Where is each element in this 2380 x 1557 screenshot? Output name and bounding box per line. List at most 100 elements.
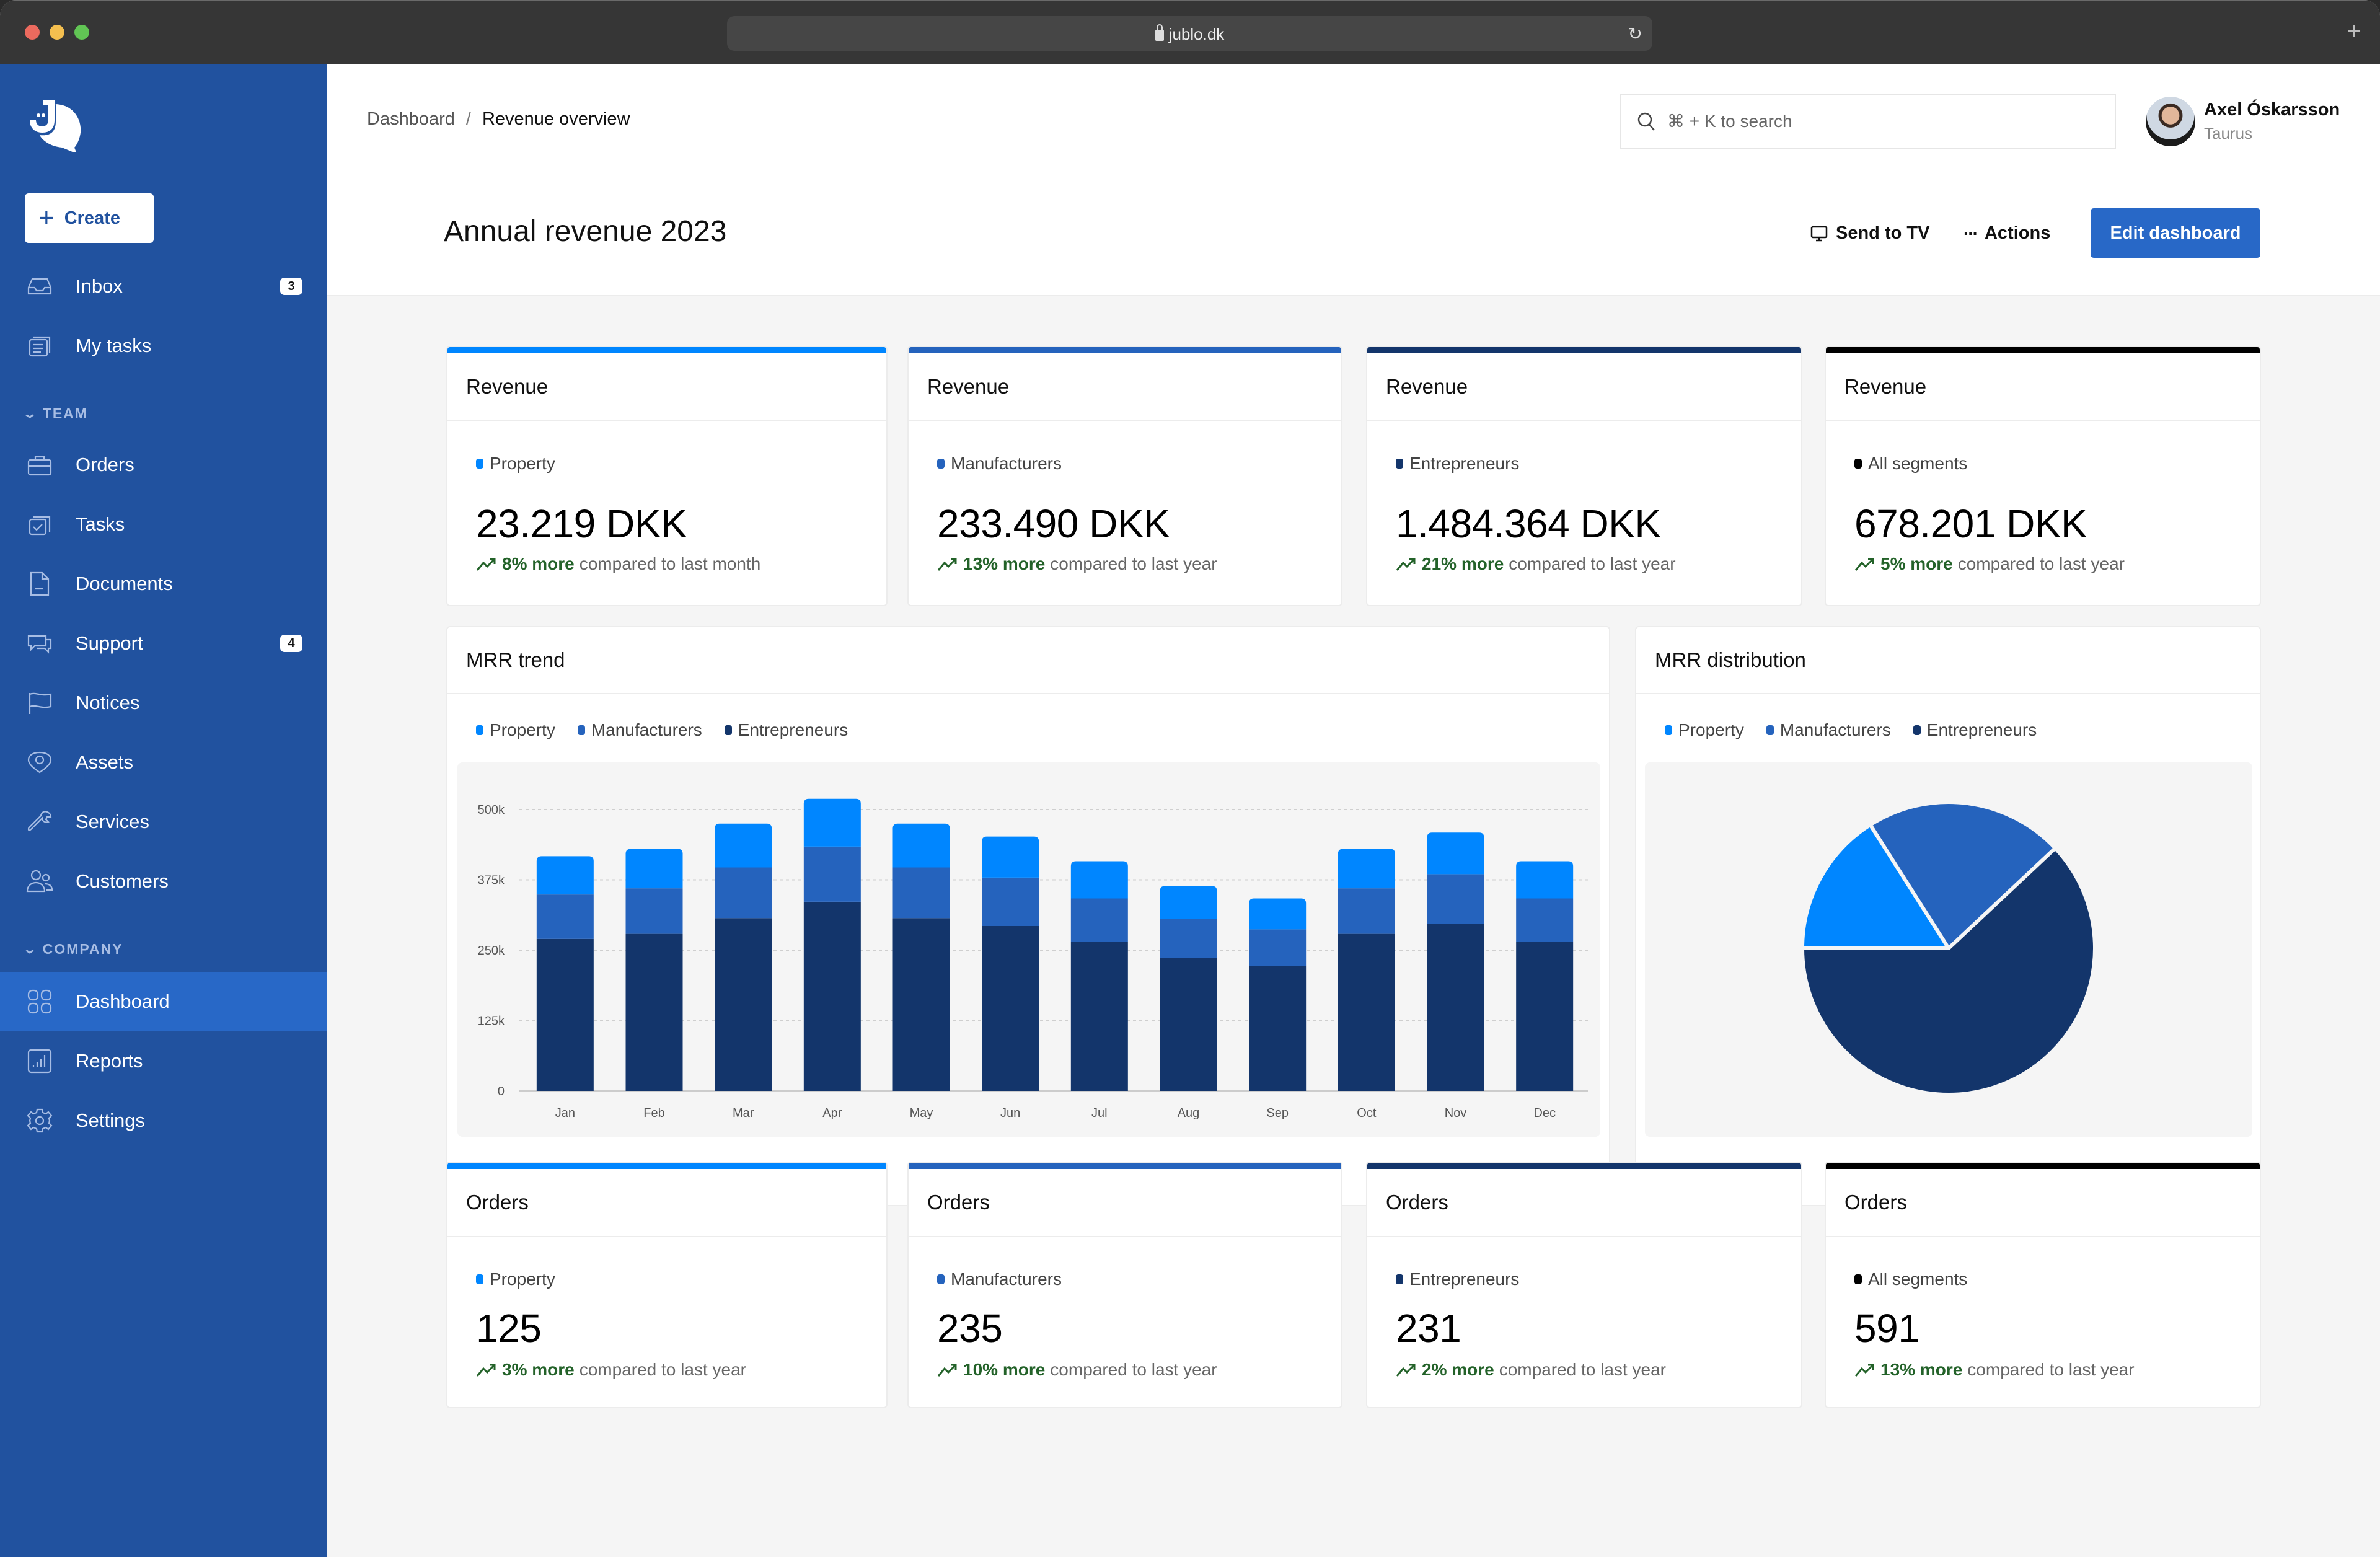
search-input[interactable] [1667,112,2101,131]
bar-group-dec[interactable] [1516,861,1574,1091]
bar-segment-property[interactable] [892,823,950,868]
bar-segment-entrepreneurs[interactable] [1427,924,1484,1091]
legend-item-property[interactable]: Property [476,720,555,740]
create-label: Create [64,208,120,228]
send-to-tv-button[interactable]: Send to TV [1810,223,1929,244]
bar-segment-manufacturers[interactable] [536,894,594,939]
plus-icon: + [38,203,55,233]
bar-segment-manufacturers[interactable] [1338,888,1395,934]
sidebar-item-notices[interactable]: Notices [0,673,327,733]
bar-segment-property[interactable] [1160,886,1217,920]
minimize-window-button[interactable] [50,25,64,40]
bar-segment-entrepreneurs[interactable] [982,925,1039,1091]
bar-group-jun[interactable] [982,836,1039,1091]
bar-segment-property[interactable] [1070,861,1128,899]
bar-group-mar[interactable] [715,823,772,1091]
bar-group-aug[interactable] [1160,886,1217,1091]
sidebar-item-orders[interactable]: Orders [0,435,327,495]
search-box[interactable] [1620,94,2116,149]
bar-segment-manufacturers[interactable] [715,867,772,919]
bar-segment-entrepreneurs[interactable] [625,933,683,1091]
card-segment: All segments [1854,454,1967,474]
close-window-button[interactable] [25,25,40,40]
bar-segment-entrepreneurs[interactable] [1516,942,1574,1091]
legend-item-entrepreneurs[interactable]: Entrepreneurs [724,720,848,740]
bar-segment-entrepreneurs[interactable] [1160,958,1217,1091]
bar-segment-property[interactable] [982,836,1039,878]
legend-item-manufacturers[interactable]: Manufacturers [1766,720,1891,740]
jublo-logo[interactable] [25,97,87,152]
bar-group-may[interactable] [892,823,950,1091]
sidebar-item-inbox[interactable]: Inbox 3 [0,257,327,316]
legend-item-manufacturers[interactable]: Manufacturers [577,720,702,740]
bar-segment-property[interactable] [803,798,861,847]
delta-description: compared to last year [1050,554,1217,573]
x-tick-label: Dec [1533,1106,1556,1120]
actions-button[interactable]: ··· Actions [1963,223,2050,244]
bar-group-sep[interactable] [1249,898,1307,1091]
team-section-toggle[interactable]: ⌄ TEAM [22,405,88,422]
sidebar-item-label: Dashboard [76,990,170,1012]
bar-segment-property[interactable] [1427,832,1484,875]
sidebar-item-documents[interactable]: Documents [0,554,327,614]
company-section-toggle[interactable]: ⌄ COMPANY [22,941,123,958]
sidebar-item-reports[interactable]: Reports [0,1031,327,1091]
bar-segment-property[interactable] [1516,861,1574,899]
bar-segment-entrepreneurs[interactable] [536,938,594,1091]
breadcrumb-dashboard-link[interactable]: Dashboard [367,109,455,130]
bar-segment-property[interactable] [1338,849,1395,889]
bar-segment-manufacturers[interactable] [982,877,1039,926]
sidebar-item-services[interactable]: Services [0,792,327,852]
address-bar[interactable]: jublo.dk ↻ [727,16,1652,51]
bar-segment-entrepreneurs[interactable] [1070,942,1128,1091]
segment-label: Entrepreneurs [1409,1269,1520,1289]
y-tick-label: 375k [478,874,505,888]
sidebar-item-assets[interactable]: Assets [0,733,327,792]
bar-segment-property[interactable] [625,849,683,889]
sidebar-item-my-tasks[interactable]: My tasks [0,316,327,376]
bar-group-nov[interactable] [1427,832,1484,1091]
sidebar-item-label: My tasks [76,335,152,356]
x-tick-label: Feb [643,1106,664,1120]
plus-icon[interactable]: + [2347,19,2361,43]
sidebar-item-dashboard[interactable]: Dashboard [0,972,327,1031]
bar-segment-manufacturers[interactable] [1427,874,1484,924]
card-accent-stripe [909,347,1341,353]
bar-segment-manufacturers[interactable] [1160,919,1217,958]
create-button[interactable]: + Create [25,193,154,243]
bar-group-feb[interactable] [625,849,683,1091]
bar-group-jan[interactable] [536,856,594,1091]
bar-group-oct[interactable] [1338,849,1395,1091]
bar-group-apr[interactable] [803,798,861,1091]
legend-label: Property [1678,720,1744,739]
bar-segment-manufacturers[interactable] [1249,929,1307,966]
bar-segment-entrepreneurs[interactable] [715,918,772,1091]
bar-segment-manufacturers[interactable] [803,846,861,902]
bar-segment-entrepreneurs[interactable] [803,901,861,1091]
sidebar-item-settings[interactable]: Settings [0,1091,327,1150]
bar-chart-area: 0 125k 250k 375k 500k Jan Feb Mar Apr May Jun Jul Au… [457,762,1600,1137]
bar-segment-manufacturers[interactable] [1516,898,1574,942]
bar-segment-manufacturers[interactable] [892,867,950,919]
sidebar-item-support[interactable]: Support 4 [0,614,327,673]
bar-segment-property[interactable] [1249,898,1307,930]
edit-dashboard-button[interactable]: Edit dashboard [2091,208,2260,258]
sidebar-item-customers[interactable]: Customers [0,852,327,911]
bar-segment-property[interactable] [536,856,594,895]
maximize-window-button[interactable] [74,25,89,40]
bar-group-jul[interactable] [1070,861,1128,1091]
sidebar-item-tasks[interactable]: Tasks [0,495,327,554]
bar-segment-manufacturers[interactable] [625,888,683,934]
legend-item-entrepreneurs[interactable]: Entrepreneurs [1913,720,2037,740]
flag-icon [26,689,53,717]
user-name: Axel Óskarsson [2204,100,2340,120]
bar-segment-property[interactable] [715,823,772,868]
delta-description: compared to last month [579,554,761,573]
bar-segment-entrepreneurs[interactable] [1249,966,1307,1091]
bar-segment-entrepreneurs[interactable] [1338,933,1395,1091]
bar-segment-entrepreneurs[interactable] [892,918,950,1091]
legend-item-property[interactable]: Property [1665,720,1744,740]
reload-icon[interactable]: ↻ [1628,24,1642,44]
bar-segment-manufacturers[interactable] [1070,898,1128,942]
user-menu[interactable]: Axel Óskarsson Taurus [2146,97,2340,146]
